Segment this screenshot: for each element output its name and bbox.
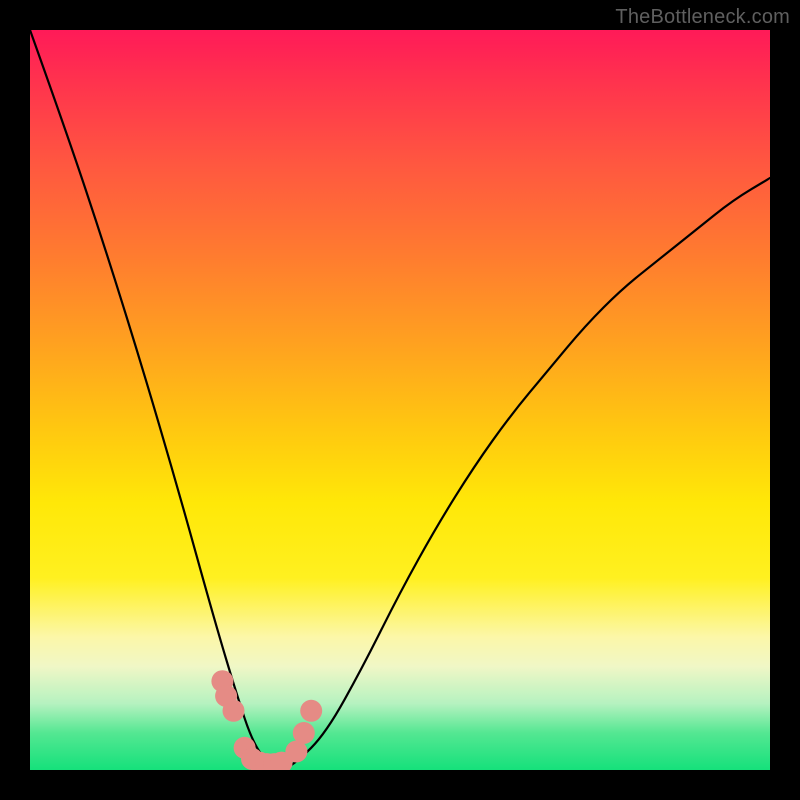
plot-area [30, 30, 770, 770]
chart-frame: TheBottleneck.com [0, 0, 800, 800]
marker-point [293, 722, 315, 744]
marker-group [211, 670, 322, 770]
watermark-text: TheBottleneck.com [615, 6, 790, 29]
marker-point [223, 700, 245, 722]
chart-svg [30, 30, 770, 770]
bottleneck-curve-path [30, 30, 770, 768]
marker-point [300, 700, 322, 722]
